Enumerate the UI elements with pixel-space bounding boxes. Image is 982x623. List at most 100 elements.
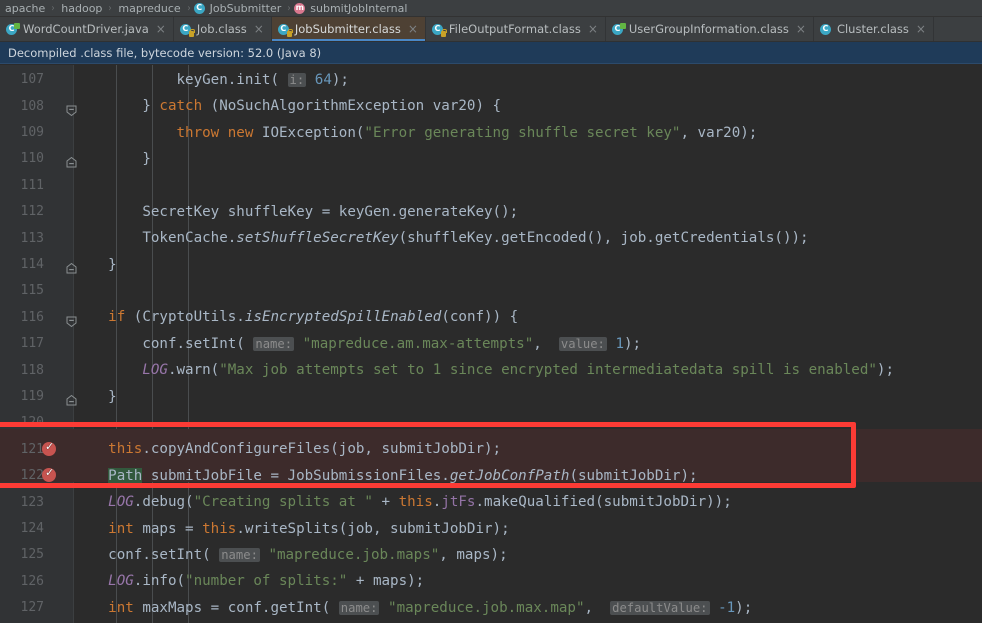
line-content: LOG.debug("Creating splits at " + this.j… [108,494,732,511]
line-number: 108 [20,98,44,114]
tab-label: Cluster.class [836,22,909,36]
close-icon[interactable]: × [796,23,806,35]
line-content: int maxMaps = conf.getInt( name: "mapred… [108,599,753,616]
tab-label: Job.class [196,22,247,36]
breadcrumb-item-submitjobinternal[interactable]: m submitJobInternal [294,2,410,15]
tab-job-class[interactable]: C Job.class × [174,17,272,41]
code-line[interactable]: 123 LOG.debug("Creating splits at " + th… [0,489,982,515]
line-content: conf.setInt( name: "mapreduce.job.maps",… [74,546,508,563]
line-content: conf.setInt( name: "mapreduce.am.max-att… [74,335,642,352]
code-line[interactable]: 117 conf.setInt( name: "mapreduce.am.max… [0,331,982,357]
line-content: LOG.info("number of splits:" + maps); [108,573,425,590]
line-content: LOG.warn("Max job attempts set to 1 sinc… [142,362,895,379]
line-number: 111 [20,177,44,193]
decompiled-notification-bar: Decompiled .class file, bytecode version… [0,42,982,64]
code-line[interactable]: 107 keyGen.init( i: 64); [0,67,982,93]
code-line[interactable]: 116 if (CryptoUtils.isEncryptedSpillEnab… [0,304,982,330]
tab-label: FileOutputFormat.class [448,22,581,36]
close-icon[interactable]: × [254,23,264,35]
close-icon[interactable]: × [588,23,598,35]
line-number: 114 [20,257,44,273]
line-number: 107 [20,72,44,88]
breadcrumb-separator: › [51,2,55,14]
breakpoint-icon[interactable]: ✓ [42,441,57,457]
line-number: 125 [20,547,44,563]
breadcrumb-item-hadoop[interactable]: hadoop › [58,2,115,15]
close-icon[interactable]: × [408,23,418,35]
code-line[interactable]: 113 TokenCache.setShuffleSecretKey(shuff… [0,225,982,251]
code-lines[interactable]: 107 keyGen.init( i: 64); 108 } catch (No… [0,65,982,623]
notification-text: Decompiled .class file, bytecode version… [8,45,322,60]
line-number: 112 [20,204,44,220]
close-icon[interactable]: × [156,23,166,35]
breadcrumb-item-jobsubmitter[interactable]: C JobSubmitter › [193,2,295,15]
line-number: 127 [20,600,44,616]
line-content: keyGen.init( i: 64); [74,71,349,88]
tab-label: UserGroupInformation.class [628,22,789,36]
breakpoint-icon[interactable]: ✓ [42,467,57,483]
class-file-icon: C [611,22,626,36]
code-line[interactable]: 122 ✓ Path submitJobFile = JobSubmission… [0,463,982,489]
line-number: 124 [20,521,44,537]
code-line[interactable]: 115 [0,278,982,304]
line-content: int maps = this.writeSplits(job, submitJ… [108,520,510,537]
breadcrumb-label: mapreduce [118,1,181,15]
line-number: 120 [20,415,44,431]
tab-label: JobSubmitter.class [294,22,401,36]
code-line[interactable]: 114 } [0,251,982,277]
tab-usergroupinformation-class[interactable]: C UserGroupInformation.class × [606,17,814,41]
breadcrumb-label: submitJobInternal [310,1,408,15]
breadcrumb-separator: › [108,2,112,14]
code-line[interactable]: 111 [0,172,982,198]
code-line[interactable]: 118 LOG.warn("Max job attempts set to 1 … [0,357,982,383]
code-line[interactable]: 121 ✓ this.copyAndConfigureFiles(job, su… [0,436,982,462]
line-number: 113 [20,230,44,246]
code-line[interactable]: 125 conf.setInt( name: "mapreduce.job.ma… [0,542,982,568]
line-content: Path submitJobFile = JobSubmissionFiles.… [108,467,698,484]
code-line[interactable]: 112 SecretKey shuffleKey = keyGen.genera… [0,199,982,225]
line-number: 121 [20,441,44,457]
line-number: 109 [20,125,44,141]
class-file-icon: C [431,23,447,37]
code-line[interactable]: 124 int maps = this.writeSplits(job, sub… [0,515,982,541]
line-number: 110 [20,151,44,167]
code-editor[interactable]: 107 keyGen.init( i: 64); 108 } catch (No… [0,65,982,623]
class-file-icon: C [277,23,293,37]
tab-wordcountdriver-java[interactable]: C WordCountDriver.java × [0,17,174,41]
line-content: } catch (NoSuchAlgorithmException var20)… [74,98,502,115]
java-file-icon: C [6,22,20,36]
line-number: 123 [20,494,44,510]
code-line[interactable]: 126 LOG.info("number of splits:" + maps)… [0,568,982,594]
breadcrumb-label: apache [5,1,46,15]
class-file-icon: C [819,23,833,36]
code-line[interactable]: 120 [0,410,982,436]
breadcrumb-item-apache[interactable]: apache › [2,2,58,15]
code-line[interactable]: 127 int maxMaps = conf.getInt( name: "ma… [0,595,982,621]
line-number: 118 [20,362,44,378]
selected-token: Path [108,467,143,484]
tab-fileoutputformat-class[interactable]: C FileOutputFormat.class × [426,17,606,41]
class-file-icon: C [179,23,195,37]
code-line[interactable]: 110 } [0,146,982,172]
code-line[interactable]: 108 } catch (NoSuchAlgorithmException va… [0,93,982,119]
breadcrumb-separator: › [187,2,191,14]
line-number: 126 [20,573,44,589]
line-content: } [74,388,117,405]
line-content: } [74,150,151,167]
line-number: 116 [20,309,44,325]
method-icon: m [294,2,306,14]
code-line[interactable]: 109 throw new IOException("Error generat… [0,119,982,145]
line-content: if (CryptoUtils.isEncryptedSpillEnabled(… [108,309,519,326]
tab-cluster-class[interactable]: C Cluster.class × [814,17,934,41]
line-content: this.copyAndConfigureFiles(job, submitJo… [108,441,502,458]
breadcrumb-item-mapreduce[interactable]: mapreduce › [115,2,193,15]
line-number: 119 [20,389,44,405]
code-line[interactable]: 119 } [0,383,982,409]
line-content: throw new IOException("Error generating … [176,124,758,141]
line-content: TokenCache.setShuffleSecretKey(shuffleKe… [74,230,809,247]
close-icon[interactable]: × [916,23,926,35]
breadcrumb: apache › hadoop › mapreduce › C JobSubmi… [0,0,982,17]
tab-jobsubmitter-class[interactable]: C JobSubmitter.class × [271,17,426,41]
line-number: 117 [20,336,44,352]
breadcrumb-label: hadoop [61,1,103,15]
